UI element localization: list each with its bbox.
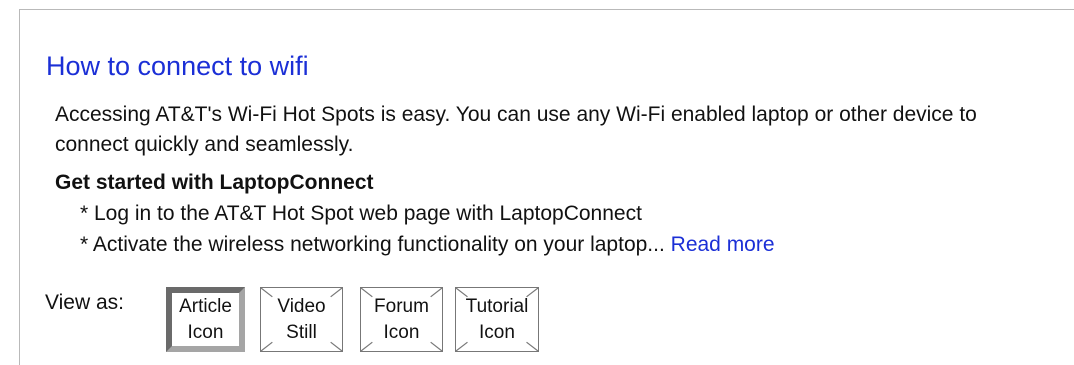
view-option-video-still[interactable]: Video Still: [260, 287, 343, 352]
view-as-label: View as:: [45, 291, 124, 314]
view-option-label: Forum Icon: [374, 294, 429, 346]
section-heading: Get started with LaptopConnect: [55, 171, 374, 194]
view-option-line1: Video: [277, 295, 326, 317]
list-item: * Log in to the AT&T Hot Spot web page w…: [80, 202, 642, 225]
view-option-tutorial-icon[interactable]: Tutorial Icon: [455, 287, 539, 352]
view-option-forum-icon[interactable]: Forum Icon: [360, 287, 443, 352]
list-item: * Activate the wireless networking funct…: [80, 230, 775, 260]
view-option-label: Video Still: [277, 294, 325, 346]
view-option-article-icon[interactable]: Article Icon: [166, 287, 245, 352]
read-more-link[interactable]: Read more: [671, 233, 775, 256]
article-description: Accessing AT&T's Wi-Fi Hot Spots is easy…: [55, 103, 977, 156]
list-item-text: * Activate the wireless networking funct…: [80, 233, 665, 256]
view-option-label: Article Icon: [179, 294, 232, 346]
view-option-label: Tutorial Icon: [466, 294, 529, 346]
article-title-link[interactable]: How to connect to wifi: [46, 50, 309, 82]
view-option-line1: Article: [179, 295, 232, 317]
view-option-line2: Icon: [187, 321, 224, 343]
view-option-line1: Forum: [374, 295, 429, 317]
view-option-line2: Icon: [383, 321, 420, 343]
view-option-line2: Still: [286, 321, 317, 343]
view-option-line1: Tutorial: [465, 295, 529, 317]
view-option-line2: Icon: [479, 321, 515, 343]
